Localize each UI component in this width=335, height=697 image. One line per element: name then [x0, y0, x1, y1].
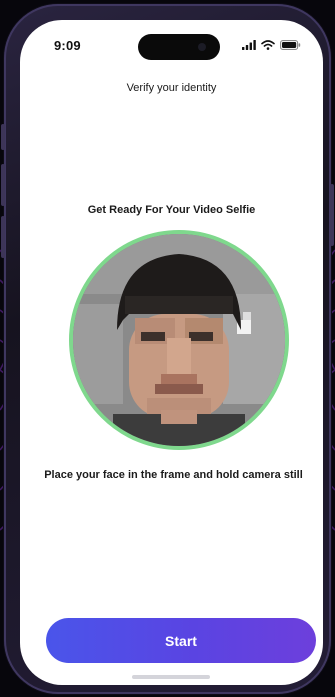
selfie-camera-preview [69, 230, 289, 450]
selfie-heading: Get Ready For Your Video Selfie [87, 204, 256, 216]
phone-power-button [330, 184, 334, 246]
phone-volume-up-button [1, 164, 5, 206]
status-time: 9:09 [54, 38, 81, 53]
front-camera-icon [198, 43, 206, 51]
wifi-icon [261, 40, 275, 50]
start-button[interactable]: Start [46, 618, 316, 663]
phone-frame: 9:09 Verify your identity Get Ready For … [1, 4, 334, 694]
dynamic-island [138, 34, 220, 60]
status-icons [242, 39, 301, 51]
app-screen: 9:09 Verify your identity Get Ready For … [20, 20, 323, 685]
status-bar: 9:09 [20, 20, 323, 72]
page-title: Verify your identity [126, 82, 217, 94]
selfie-instruction: Place your face in the frame and hold ca… [44, 469, 303, 481]
cellular-signal-icon [242, 40, 256, 50]
home-indicator[interactable] [132, 675, 210, 679]
phone-side-button [1, 124, 5, 150]
battery-icon [280, 40, 301, 50]
face-preview-image [73, 234, 285, 446]
phone-volume-down-button [1, 216, 5, 258]
